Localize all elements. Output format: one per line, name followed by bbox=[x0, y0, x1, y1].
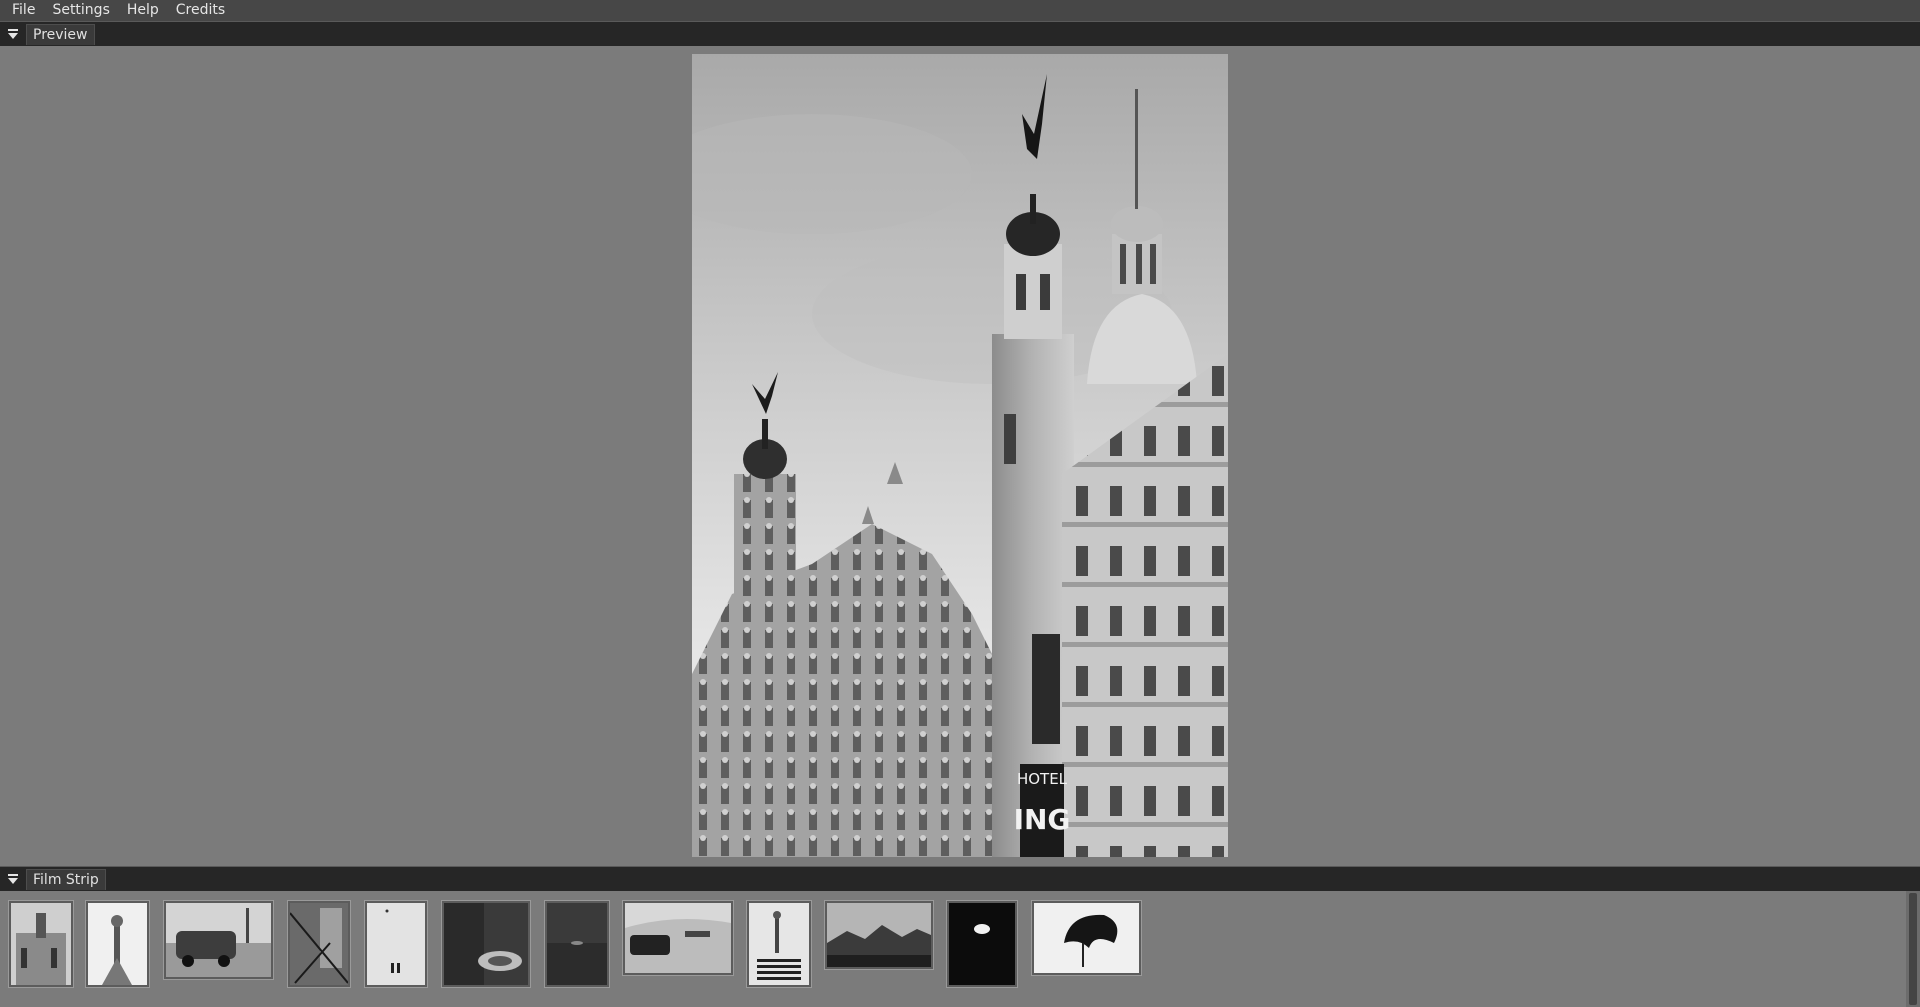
preview-tab[interactable]: Preview bbox=[26, 24, 95, 45]
collapse-triangle-icon[interactable] bbox=[6, 872, 20, 886]
thumbnail[interactable] bbox=[824, 900, 934, 970]
hotel-sign-letters: ING bbox=[1014, 803, 1071, 836]
menu-file[interactable]: File bbox=[0, 0, 43, 21]
menu-credits[interactable]: Credits bbox=[167, 0, 233, 21]
preview-panel-header: Preview bbox=[0, 21, 1920, 46]
preview-image[interactable]: HOTEL ING bbox=[692, 54, 1228, 857]
thumbnail[interactable] bbox=[946, 900, 1018, 988]
filmstrip-scrollbar[interactable] bbox=[1906, 891, 1920, 1007]
film-strip bbox=[0, 891, 1920, 1007]
thumbnail[interactable] bbox=[1031, 900, 1142, 976]
preview-area: HOTEL ING bbox=[0, 46, 1920, 866]
preview-photo: HOTEL ING bbox=[692, 54, 1228, 857]
thumbnail[interactable] bbox=[544, 900, 610, 988]
thumbnail[interactable] bbox=[163, 900, 274, 980]
menu-settings[interactable]: Settings bbox=[43, 0, 117, 21]
thumbnail[interactable] bbox=[85, 900, 150, 988]
filmstrip-tab[interactable]: Film Strip bbox=[26, 869, 106, 890]
scrollbar-thumb[interactable] bbox=[1909, 893, 1917, 1005]
collapse-triangle-icon[interactable] bbox=[6, 27, 20, 41]
thumbnail[interactable] bbox=[441, 900, 531, 988]
hotel-sign-top: HOTEL bbox=[1017, 770, 1068, 788]
menu-help[interactable]: Help bbox=[118, 0, 167, 21]
thumbnail[interactable] bbox=[622, 900, 734, 976]
menu-bar: File Settings Help Credits bbox=[0, 0, 1920, 21]
thumbnail[interactable] bbox=[746, 900, 812, 988]
thumbnail[interactable] bbox=[364, 900, 428, 988]
filmstrip-panel-header: Film Strip bbox=[0, 866, 1920, 891]
thumbnail[interactable] bbox=[8, 900, 74, 988]
thumbnail[interactable] bbox=[287, 900, 351, 988]
